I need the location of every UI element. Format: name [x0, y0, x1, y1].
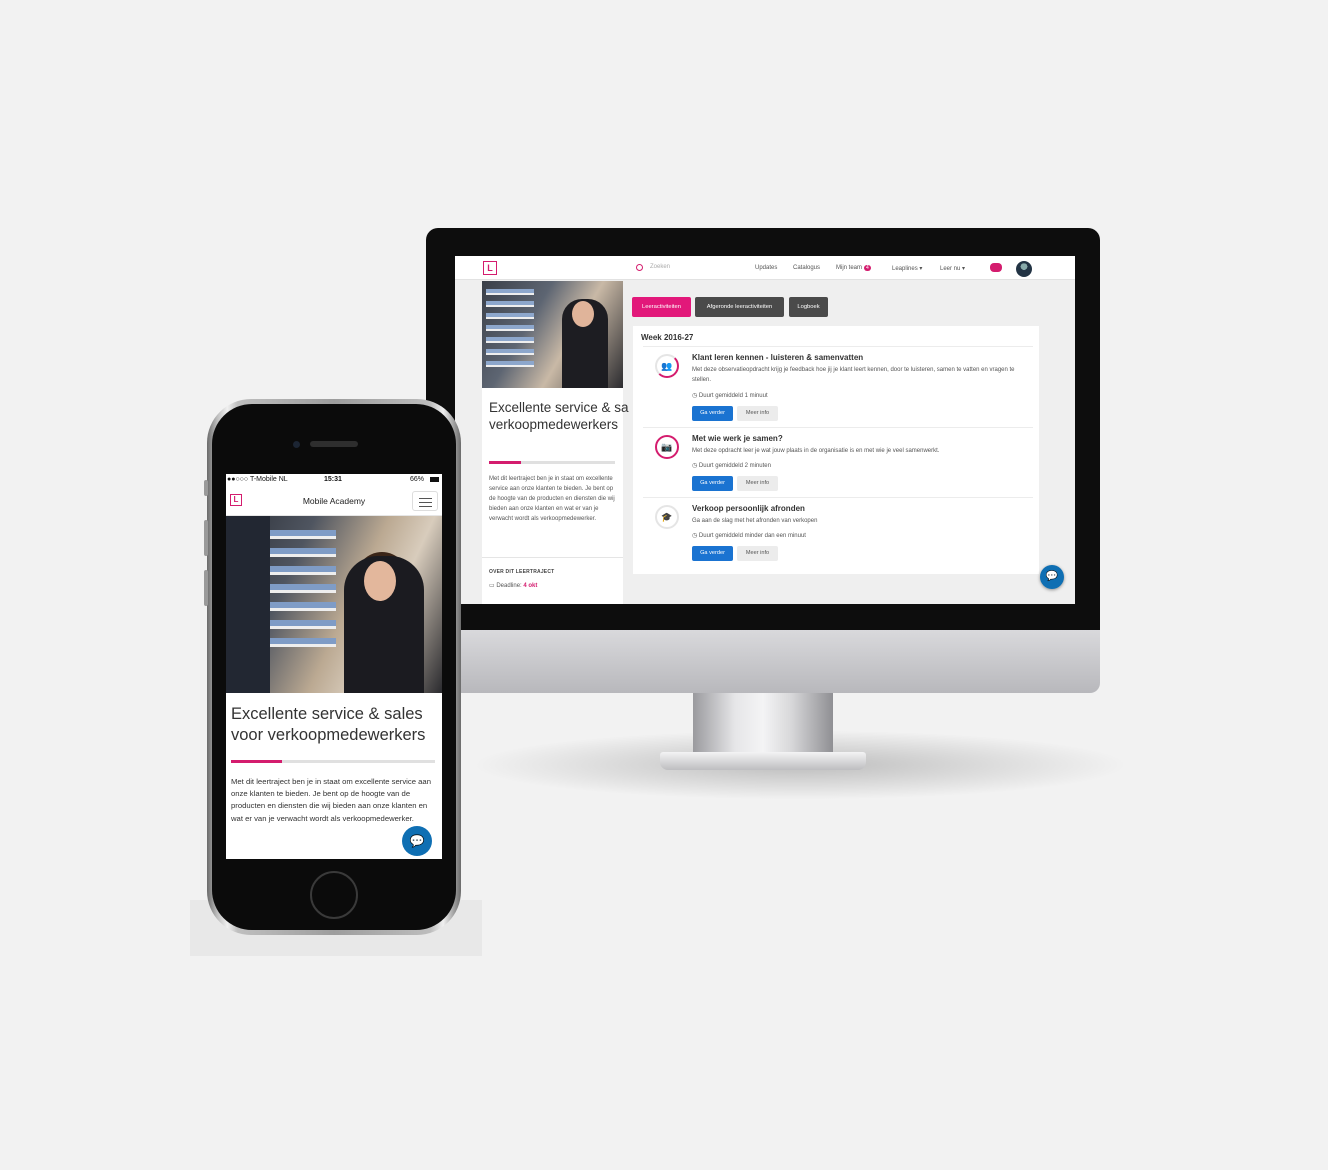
- camera-icon: 📷: [655, 435, 679, 459]
- battery-icon: [430, 477, 439, 482]
- activity-duration-text: Duurt gemiddeld 2 minuten: [698, 463, 771, 469]
- search-icon[interactable]: [636, 264, 643, 271]
- course-title: Excellente service & sales voor verkoopm…: [489, 399, 629, 433]
- desktop-screen: L Zoeken Updates Catalogus Mijn team 4 Le…: [455, 256, 1075, 604]
- nav-link-catalog[interactable]: Catalogus: [793, 265, 820, 271]
- activity-item: 👥 Klant leren kennen - luisteren & samen…: [643, 346, 1033, 421]
- front-camera: [293, 441, 300, 448]
- mobile-screen: ●●○○○ T-Mobile NL 15:31 66% L Mobile Aca…: [226, 474, 442, 859]
- clock: 15:31: [324, 476, 342, 483]
- activities-card: Week 2016-27 👥 Klant leren kennen - luis…: [633, 326, 1039, 574]
- phone-volume-down: [204, 570, 208, 606]
- activity-description: Met deze opdracht leer je wat jouw plaat…: [692, 448, 940, 454]
- course-progress-fill: [489, 461, 521, 464]
- deadline-label: Deadline:: [496, 583, 524, 589]
- activity-duration: ◷ Duurt gemiddeld 2 minuten: [692, 462, 771, 469]
- clock-icon: ◷: [692, 533, 699, 539]
- course-title: Excellente service & sales voor verkoopm…: [231, 705, 426, 744]
- notification-icon[interactable]: [990, 263, 1002, 272]
- course-progress-bar: [231, 760, 435, 763]
- tab-learning-activities[interactable]: Leeractiviteiten: [632, 297, 691, 317]
- activity-description: Ga aan de slag met het afronden van verk…: [692, 518, 818, 524]
- monitor-chin: [426, 630, 1100, 693]
- tab-logbook[interactable]: Logboek: [789, 297, 828, 317]
- chat-icon[interactable]: 💬: [1040, 565, 1064, 589]
- phone-speaker: [310, 441, 358, 447]
- team-count-badge: 4: [864, 265, 871, 271]
- about-heading: OVER DIT LEERTRAJECT: [489, 569, 555, 575]
- continue-button[interactable]: Ga verder: [692, 546, 733, 561]
- app-title: Mobile Academy: [302, 496, 366, 506]
- clock-icon: ◷: [692, 463, 699, 469]
- carrier: ●●○○○ T-Mobile NL: [227, 476, 288, 483]
- nav-link-my-team[interactable]: Mijn team 4: [836, 265, 871, 271]
- activity-title[interactable]: Verkoop persoonlijk afronden: [692, 504, 805, 513]
- continue-button[interactable]: Ga verder: [692, 476, 733, 491]
- user-avatar[interactable]: [1016, 261, 1032, 277]
- nav-link-updates[interactable]: Updates: [755, 265, 777, 271]
- activity-duration: ◷ Duurt gemiddeld minder dan een minuut: [692, 532, 806, 539]
- monitor-stand-neck: [693, 693, 833, 753]
- search-input[interactable]: Zoeken: [650, 264, 670, 270]
- continue-button[interactable]: Ga verder: [692, 406, 733, 421]
- more-info-button[interactable]: Meer info: [737, 476, 778, 491]
- graduation-cap-icon: 🎓: [655, 505, 679, 529]
- mobile-header: L Mobile Academy: [226, 486, 442, 516]
- home-button[interactable]: [310, 871, 358, 919]
- course-title-text: Excellente service & sales voor verkoopm…: [489, 400, 629, 432]
- course-hero-image: [226, 516, 442, 693]
- desktop-top-nav: L Zoeken Updates Catalogus Mijn team 4 Le…: [455, 256, 1075, 280]
- course-hero-image: [482, 281, 623, 388]
- more-info-button[interactable]: Meer info: [737, 546, 778, 561]
- hamburger-menu-icon[interactable]: [412, 491, 438, 511]
- phone-volume-up: [204, 520, 208, 556]
- course-description: Met dit leertraject ben je in staat om e…: [231, 777, 431, 823]
- course-progress-bar: [489, 461, 615, 464]
- activity-title[interactable]: Met wie werk je samen?: [692, 434, 783, 443]
- nav-dropdown-leaplines[interactable]: Leaplines ▾: [892, 265, 922, 272]
- activity-duration-text: Duurt gemiddeld minder dan een minuut: [698, 533, 806, 539]
- course-progress-fill: [231, 760, 282, 763]
- nav-link-my-team-label: Mijn team: [836, 265, 863, 271]
- course-sidebar: Excellente service & sales voor verkoopm…: [482, 281, 629, 604]
- activity-item: 🎓 Verkoop persoonlijk afronden Ga aan de…: [643, 497, 1033, 567]
- activity-description: Met deze observatieopdracht krijg je fee…: [692, 367, 1015, 383]
- chat-icon[interactable]: 💬: [402, 826, 432, 856]
- battery-level: 66%: [410, 476, 425, 483]
- app-logo[interactable]: L: [483, 261, 497, 275]
- more-info-button[interactable]: Meer info: [737, 406, 778, 421]
- activity-title[interactable]: Klant leren kennen - luisteren & samenva…: [692, 353, 863, 362]
- status-bar: ●●○○○ T-Mobile NL 15:31 66%: [226, 474, 442, 486]
- activity-duration: ◷ Duurt gemiddeld 1 minuut: [692, 392, 768, 399]
- deadline-value: 4 okt: [523, 583, 538, 589]
- week-label: Week 2016-27: [641, 333, 694, 342]
- clock-icon: ◷: [692, 393, 699, 399]
- tab-completed-activities[interactable]: Afgeronde leeractiviteiten: [695, 297, 784, 317]
- activity-item: 📷 Met wie werk je samen? Met deze opdrac…: [643, 427, 1033, 497]
- nav-dropdown-learn-now[interactable]: Leer nu ▾: [940, 265, 965, 272]
- phone-mute-switch: [204, 480, 208, 496]
- course-description: Met dit leertraject ben je in staat om e…: [489, 476, 615, 522]
- activity-duration-text: Duurt gemiddeld 1 minuut: [698, 393, 768, 399]
- divider: [482, 557, 623, 558]
- deadline: ▭ Deadline: 4 okt: [489, 582, 537, 589]
- monitor-stand-foot: [660, 752, 866, 770]
- people-icon: 👥: [655, 354, 679, 378]
